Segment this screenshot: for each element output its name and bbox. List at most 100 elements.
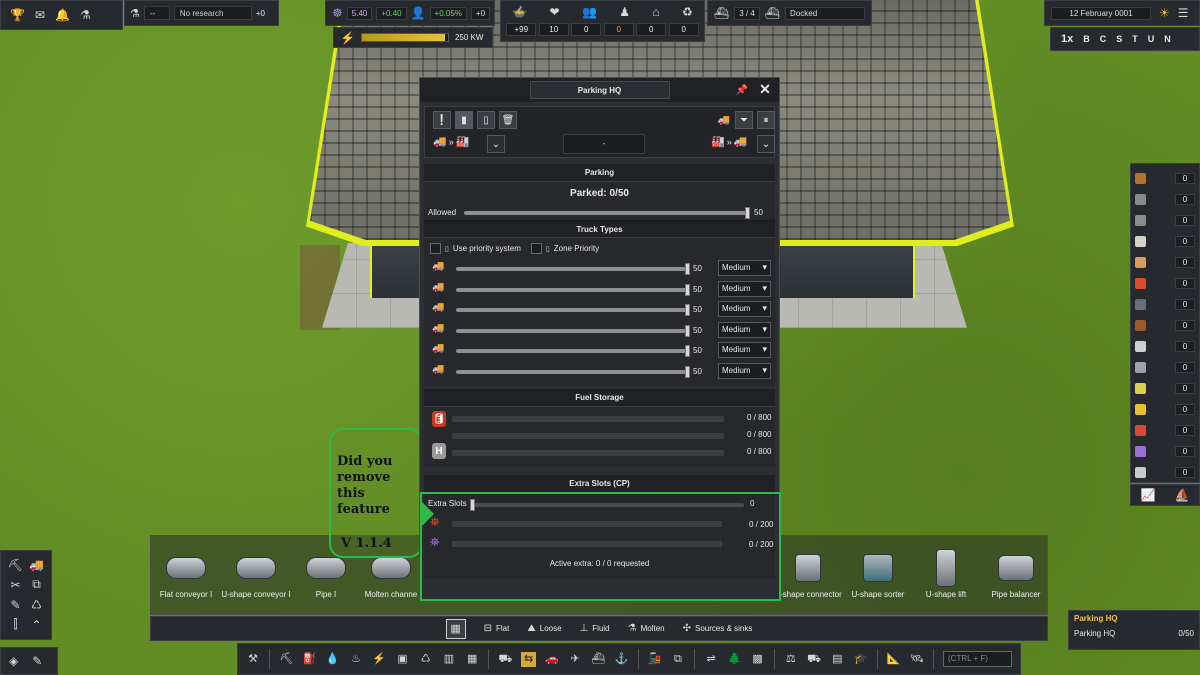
truck-icon[interactable]: 🚚 bbox=[28, 557, 45, 573]
conveyor-icon[interactable]: ⇆ bbox=[521, 651, 536, 667]
filter-all[interactable]: ▦ bbox=[445, 618, 466, 639]
resource-item[interactable]: 0 bbox=[1135, 273, 1195, 294]
resource-item[interactable]: 0 bbox=[1135, 336, 1195, 357]
resource-item[interactable]: 0 bbox=[1135, 378, 1195, 399]
power-panel[interactable]: ⚡ 250 KW bbox=[333, 27, 493, 48]
tool-u-conveyor[interactable]: U-shape conveyor I bbox=[221, 546, 291, 599]
tool-u-sorter[interactable]: U-shape sorter bbox=[843, 546, 913, 599]
scale-icon[interactable]: ⚖ bbox=[784, 652, 798, 667]
drone-icon[interactable]: ✈ bbox=[568, 652, 582, 667]
center-field[interactable]: - bbox=[563, 134, 645, 154]
door-icon[interactable]: ▯ bbox=[477, 111, 495, 129]
resource-item[interactable]: 0 bbox=[1135, 357, 1195, 378]
resource-item[interactable]: 0 bbox=[1135, 420, 1195, 441]
truck-type-slider[interactable] bbox=[456, 304, 690, 316]
smelter-icon[interactable]: ♨ bbox=[349, 652, 363, 667]
tree-icon[interactable]: 🌲 bbox=[727, 652, 742, 667]
resource-item[interactable]: 0 bbox=[1135, 189, 1195, 210]
city-icon[interactable]: ▦ bbox=[465, 652, 479, 667]
truck-type-slider[interactable] bbox=[456, 324, 690, 337]
chevron-down-icon[interactable]: ⌄ bbox=[487, 135, 505, 153]
mail-icon[interactable]: ✉ bbox=[35, 8, 45, 22]
health-icon[interactable]: ❤ bbox=[550, 5, 560, 19]
search-input[interactable]: (CTRL + F) bbox=[943, 651, 1012, 667]
truck-type-slider[interactable] bbox=[456, 283, 690, 296]
resource-item[interactable]: 0 bbox=[1135, 231, 1195, 252]
use-priority-checkbox[interactable] bbox=[430, 243, 441, 254]
allowed-slider-knob[interactable] bbox=[745, 207, 750, 219]
notify-icon[interactable]: ❕ bbox=[433, 111, 451, 129]
transport-icon[interactable]: ⛟ bbox=[807, 652, 821, 667]
bell-icon[interactable]: 🔔 bbox=[55, 8, 70, 22]
filter-molten[interactable]: ⚗ Molten bbox=[628, 623, 665, 634]
recycle-bin-icon[interactable]: ♺ bbox=[419, 652, 433, 667]
truck-type-slider[interactable] bbox=[456, 263, 690, 275]
water-icon[interactable]: 💧 bbox=[326, 652, 340, 667]
copy-icon[interactable]: ⧉ bbox=[28, 577, 45, 594]
filter-loose[interactable]: ⛰ Loose bbox=[527, 623, 561, 634]
farm-icon[interactable]: ⚒ bbox=[246, 652, 260, 667]
education-icon[interactable]: 🎓 bbox=[853, 652, 868, 667]
terrain-icon[interactable]: ▩ bbox=[751, 652, 765, 667]
train-icon[interactable]: 🚂 bbox=[648, 652, 662, 667]
tool-pipe-balancer[interactable]: Pipe balancer bbox=[981, 546, 1051, 599]
resource-item[interactable]: 0 bbox=[1135, 210, 1195, 231]
stats-icon[interactable]: ▤ bbox=[830, 652, 844, 667]
storage-icon[interactable]: ▣ bbox=[395, 652, 409, 667]
resource-item[interactable]: 0 bbox=[1135, 252, 1195, 273]
resource-item[interactable]: 0 bbox=[1135, 294, 1195, 315]
truck-type-knob[interactable] bbox=[685, 304, 690, 316]
zone-priority-checkbox[interactable] bbox=[530, 243, 542, 254]
priority-dropdown[interactable]: Medium bbox=[718, 342, 771, 358]
research-panel[interactable]: ⚗ -- No research +0 bbox=[124, 0, 279, 26]
building-icon[interactable]: ▮ bbox=[455, 111, 473, 129]
resource-item[interactable]: 0 bbox=[1135, 399, 1195, 420]
resource-item[interactable]: 0 bbox=[1135, 462, 1195, 483]
truck-star-icon[interactable]: 🚚 bbox=[713, 111, 735, 129]
trash-icon[interactable]: 🗑 bbox=[499, 111, 517, 129]
priority-dropdown[interactable]: Medium bbox=[718, 321, 771, 338]
resource-item[interactable]: 0 bbox=[1135, 441, 1195, 462]
priority-dropdown[interactable]: Medium bbox=[718, 301, 771, 317]
tool-flat-conveyor[interactable]: Flat conveyor I bbox=[151, 546, 221, 599]
power-icon[interactable]: ⚡ bbox=[372, 652, 386, 667]
housing-icon[interactable]: ⌂ bbox=[652, 5, 659, 19]
road-icon[interactable]: ⇌ bbox=[704, 652, 718, 667]
ruler-icon[interactable]: 📐 bbox=[887, 652, 901, 667]
filter-fluid[interactable]: ⊥ Fluid bbox=[580, 623, 610, 634]
resource-item[interactable]: 0 bbox=[1135, 315, 1195, 336]
pause-icon[interactable]: ⏸ bbox=[757, 111, 775, 129]
priority-dropdown[interactable]: Medium bbox=[718, 260, 771, 276]
oil-icon[interactable]: ⛽ bbox=[302, 652, 317, 667]
food-icon[interactable]: 🍲 bbox=[512, 5, 527, 19]
people-icon[interactable]: 👥 bbox=[582, 5, 597, 19]
window-titlebar[interactable]: Parking HQ 📌 ✕ bbox=[420, 78, 779, 102]
recycle-icon[interactable]: ♺ bbox=[28, 597, 45, 613]
pick-icon[interactable]: ⛏ bbox=[7, 557, 24, 573]
resource-item[interactable]: 0 bbox=[1135, 168, 1195, 189]
ships-panel[interactable]: ⛴ 3 / 4 ⛴ Docked bbox=[707, 0, 872, 26]
edit-icon[interactable]: ✎ bbox=[32, 654, 42, 668]
dock-icon[interactable]: ⚓ bbox=[614, 652, 629, 667]
speed-1x[interactable]: 1x bbox=[1061, 33, 1073, 45]
allowed-slider[interactable] bbox=[464, 207, 750, 219]
hotkey-n[interactable]: N bbox=[1164, 34, 1171, 44]
flask-icon[interactable]: ⚗ bbox=[80, 8, 91, 22]
tool-u-connector[interactable]: U-shape connector bbox=[773, 546, 843, 599]
hotkey-c[interactable]: C bbox=[1100, 34, 1107, 44]
chevron-down-icon[interactable]: ⌄ bbox=[757, 135, 775, 153]
truck-type-knob[interactable] bbox=[685, 324, 690, 337]
truck-type-knob[interactable] bbox=[685, 263, 690, 275]
mine-icon[interactable]: ⛏ bbox=[279, 652, 293, 667]
truck-type-knob[interactable] bbox=[685, 283, 690, 296]
hotkey-b[interactable]: B bbox=[1083, 34, 1090, 44]
filter-icon[interactable]: ⏷ bbox=[735, 111, 753, 129]
hotkey-t[interactable]: T bbox=[1132, 34, 1138, 44]
trophy-icon[interactable]: 🏆 bbox=[10, 8, 25, 22]
satellite-icon[interactable]: 🛰 bbox=[910, 652, 924, 667]
chevrons-up-icon[interactable]: ⌃ bbox=[28, 617, 45, 634]
truck-type-slider[interactable] bbox=[456, 365, 690, 378]
hotkey-u[interactable]: U bbox=[1148, 34, 1155, 44]
cargo-icon[interactable]: ⛵ bbox=[1175, 488, 1190, 502]
close-icon[interactable]: ✕ bbox=[756, 82, 774, 98]
